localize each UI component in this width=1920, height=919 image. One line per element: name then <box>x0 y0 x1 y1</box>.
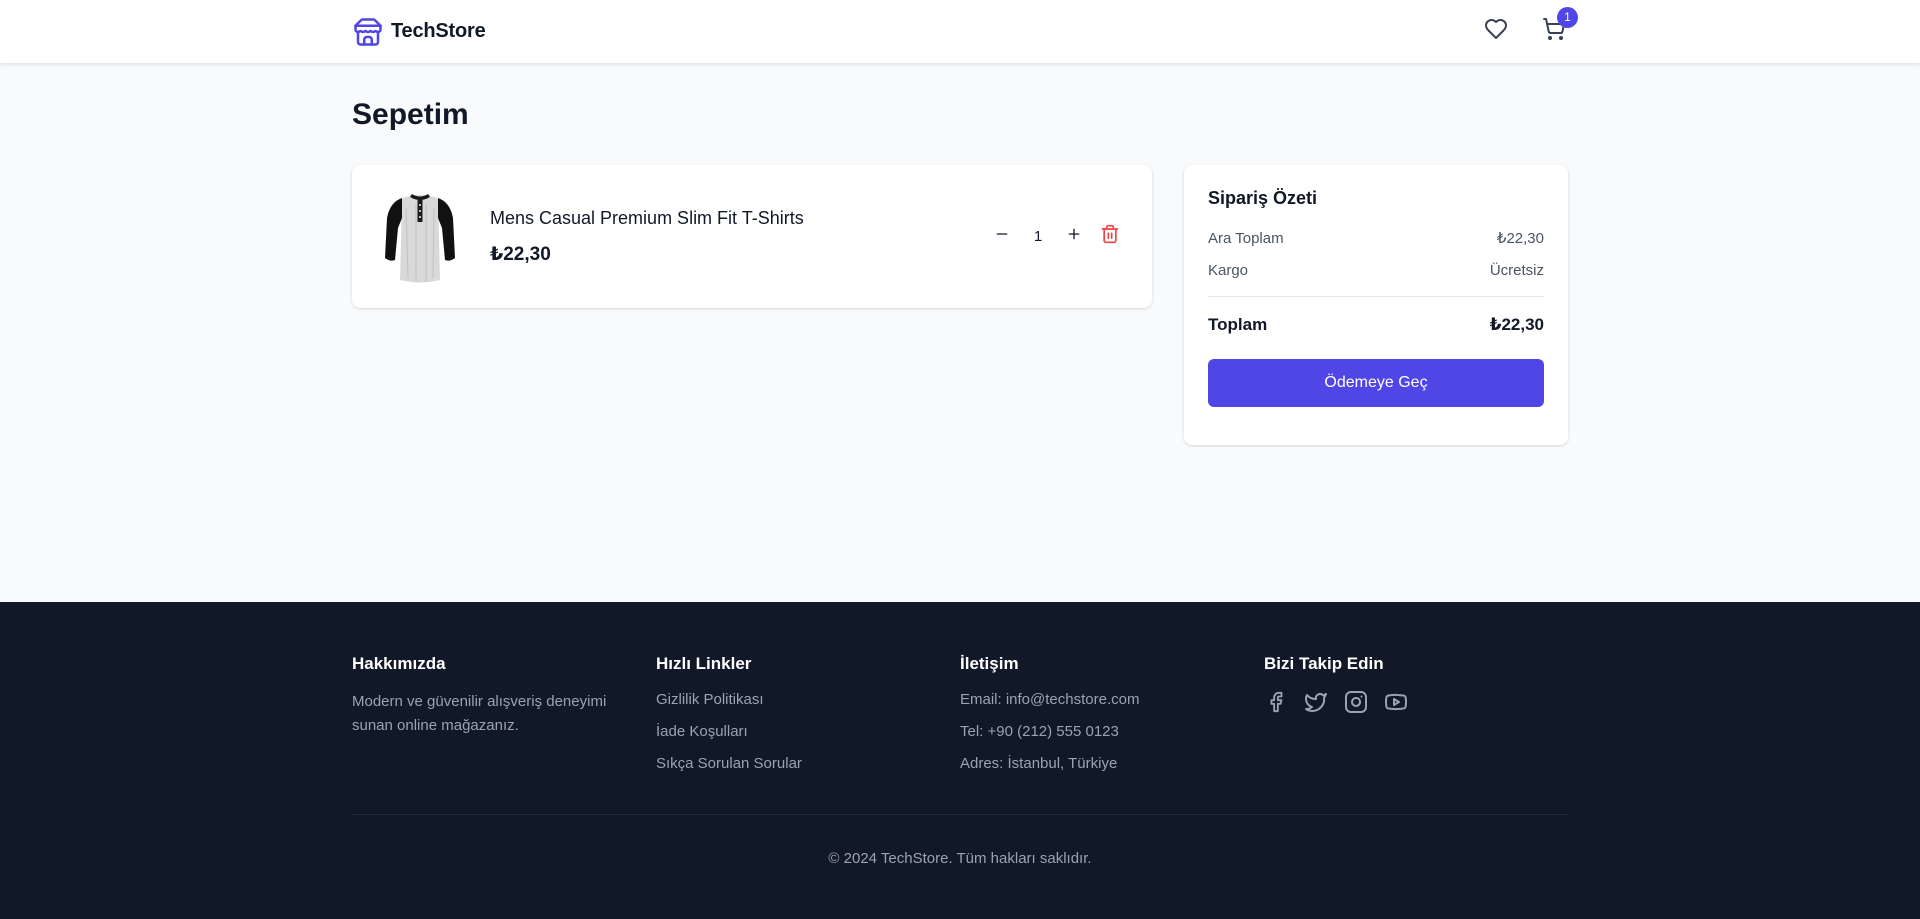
quantity-stepper: 1 <box>984 219 1128 255</box>
footer-quick-links: Hızlı Linkler Gizlilik Politikası İade K… <box>656 654 960 786</box>
cart-button[interactable]: 1 <box>1540 6 1578 46</box>
store-icon <box>352 16 383 47</box>
instagram-icon[interactable] <box>1344 690 1368 714</box>
footer-contact: İletişim Email: info@techstore.com Tel: … <box>960 654 1264 786</box>
tshirt-image[interactable] <box>376 187 464 287</box>
quick-links-heading: Hızlı Linkler <box>656 654 752 673</box>
product-price: ₺22,30 <box>490 243 551 265</box>
decrease-quantity-button[interactable] <box>984 219 1020 255</box>
increase-quantity-button[interactable] <box>1056 219 1092 255</box>
product-info: Mens Casual Premium Slim Fit T-Shirts ₺2… <box>490 208 984 266</box>
order-summary: Sipariş Özeti Ara Toplam ₺22,30 Kargo Üc… <box>1184 165 1568 445</box>
heart-icon <box>1484 17 1508 46</box>
contact-heading: İletişim <box>960 654 1019 673</box>
about-text: Modern ve güvenilir alışveriş deneyimi s… <box>352 693 607 734</box>
total-value: ₺22,30 <box>1489 315 1544 334</box>
contact-email: Email: info@techstore.com <box>960 691 1140 708</box>
return-policy-link[interactable]: İade Koşulları <box>656 722 960 754</box>
about-heading: Hakkımızda <box>352 654 446 673</box>
subtotal-label: Ara Toplam <box>1208 229 1284 247</box>
youtube-icon[interactable] <box>1384 690 1408 714</box>
checkout-button[interactable]: Ödemeye Geç <box>1208 359 1544 407</box>
social-heading: Bizi Takip Edin <box>1264 654 1384 673</box>
contact-phone: Tel: +90 (212) 555 0123 <box>960 723 1119 740</box>
trash-icon <box>1100 224 1120 249</box>
summary-divider <box>1208 296 1544 297</box>
facebook-icon[interactable] <box>1264 690 1288 714</box>
cart-item: Mens Casual Premium Slim Fit T-Shirts ₺2… <box>352 165 1152 308</box>
subtotal-value: ₺22,30 <box>1496 230 1544 247</box>
shipping-value: Ücretsiz <box>1489 261 1544 279</box>
product-name[interactable]: Mens Casual Premium Slim Fit T-Shirts <box>490 208 984 229</box>
header-actions: 1 <box>1482 6 1578 46</box>
brand-name: TechStore <box>391 20 486 42</box>
total-row: Toplam ₺22,30 <box>1208 311 1544 339</box>
shipping-label: Kargo <box>1208 261 1249 279</box>
privacy-policy-link[interactable]: Gizlilik Politikası <box>656 690 960 722</box>
footer-social: Bizi Takip Edin <box>1264 654 1568 786</box>
plus-icon <box>1066 225 1082 248</box>
minus-icon <box>994 225 1010 248</box>
summary-title: Sipariş Özeti <box>1208 188 1318 208</box>
cart-count-badge: 1 <box>1557 6 1578 28</box>
site-header: TechStore 1 <box>0 0 1920 63</box>
total-label: Toplam <box>1208 315 1268 334</box>
twitter-icon[interactable] <box>1304 690 1328 714</box>
page-title: Sepetim <box>352 98 469 131</box>
remove-item-button[interactable] <box>1092 219 1128 255</box>
wishlist-button[interactable] <box>1482 18 1510 46</box>
quantity-value: 1 <box>1033 228 1043 245</box>
contact-address: Adres: İstanbul, Türkiye <box>960 755 1118 772</box>
footer-about: Hakkımızda Modern ve güvenilir alışveriş… <box>352 654 656 786</box>
footer-divider <box>352 814 1568 815</box>
faq-link[interactable]: Sıkça Sorulan Sorular <box>656 754 960 786</box>
subtotal-row: Ara Toplam ₺22,30 <box>1208 222 1544 254</box>
social-links <box>1264 690 1568 714</box>
footer-columns: Hakkımızda Modern ve güvenilir alışveriş… <box>352 654 1568 786</box>
brand-link[interactable]: TechStore <box>352 16 486 47</box>
shipping-row: Kargo Ücretsiz <box>1208 254 1544 286</box>
copyright-text: © 2024 TechStore. Tüm hakları saklıdır. <box>828 850 1092 867</box>
header-container: TechStore 1 <box>352 0 1578 63</box>
site-footer: Hakkımızda Modern ve güvenilir alışveriş… <box>0 602 1920 919</box>
